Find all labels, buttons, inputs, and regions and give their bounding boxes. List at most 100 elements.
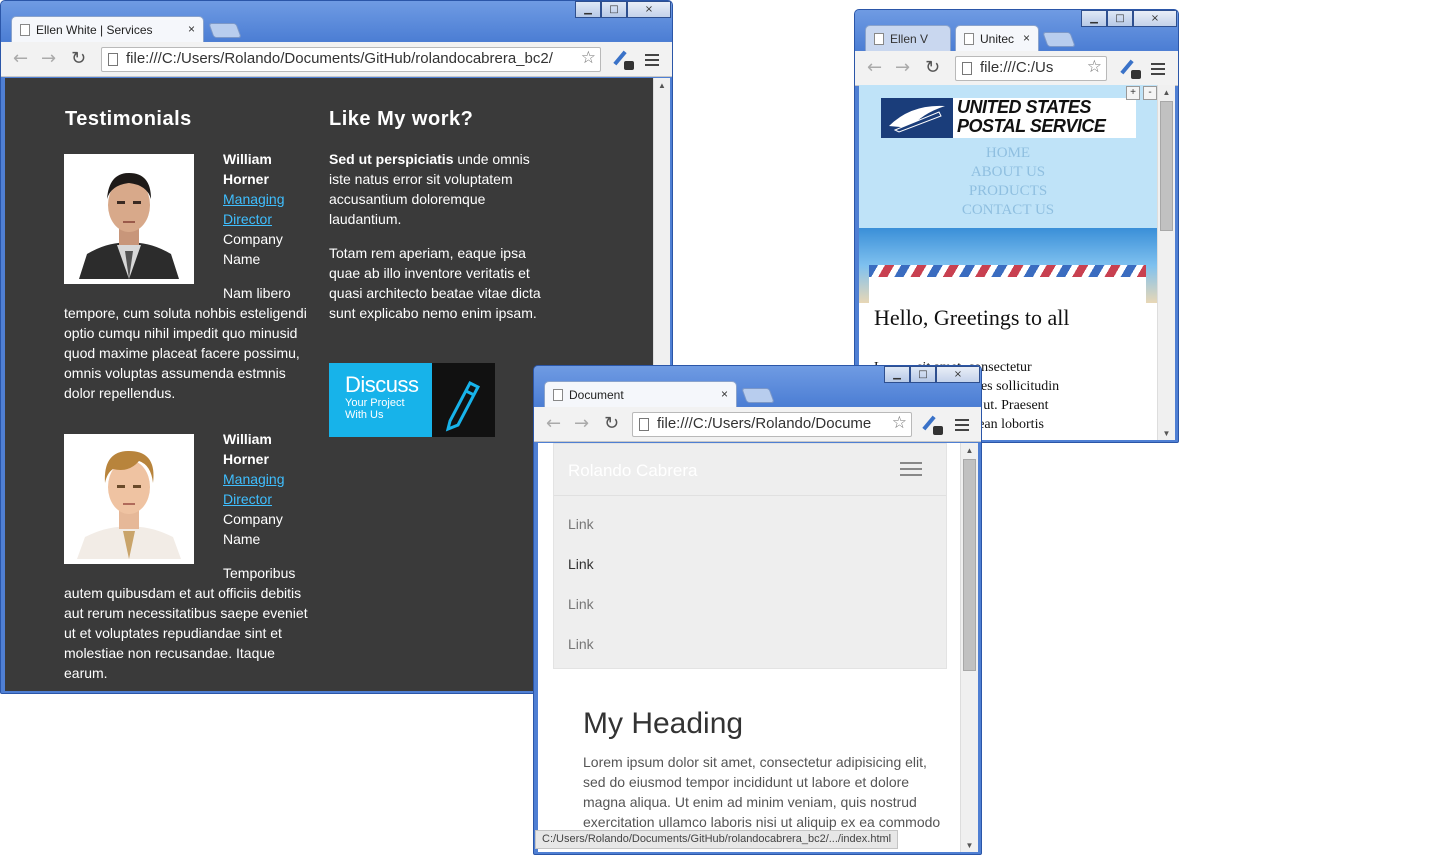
forward-icon[interactable]: → [895, 58, 910, 78]
bookmark-star-icon[interactable]: ☆ [581, 48, 596, 68]
usps-logo[interactable]: UNITED STATES POSTAL SERVICE [881, 98, 1136, 138]
testimonial-quote-start-1: Nam libero [223, 285, 291, 301]
scroll-down-icon[interactable]: ▼ [961, 841, 978, 850]
page-content: Rolando Cabrera Link Link Link Link My H… [538, 443, 960, 852]
minimize-button[interactable]: ▁ [575, 1, 601, 18]
address-text: file:///C:/Users/Rolando/Docume [657, 415, 872, 432]
greeting-heading: Hello, Greetings to all [874, 305, 1070, 330]
eyedropper-extension-icon[interactable] [613, 50, 634, 70]
minimize-button[interactable]: ▁ [1081, 10, 1107, 27]
new-tab-button[interactable] [741, 388, 775, 403]
close-window-button[interactable]: × [627, 1, 671, 18]
address-bar[interactable]: file:///C:/Us ☆ [955, 56, 1107, 81]
toolbar: ← → ↻ file:///C:/Users/Rolando/Docume ☆ [534, 407, 981, 442]
navbar-brand[interactable]: Rolando Cabrera [568, 461, 697, 481]
close-tab-icon[interactable]: × [188, 22, 195, 36]
nav-products[interactable]: PRODUCTS [859, 183, 1157, 200]
testimonial-quote-start-2: Temporibus [223, 565, 296, 581]
testimonial-name-2: William Horner [223, 431, 272, 467]
window-controls: ▁ □ × [575, 1, 671, 18]
tab-ellen-white[interactable]: Ellen White | Services × [11, 16, 204, 42]
nav-link-3[interactable]: Link [568, 596, 594, 612]
testimonial-photo-1 [64, 154, 194, 284]
tab-title: Ellen White | Services [36, 22, 153, 37]
chrome-menu-icon[interactable] [955, 419, 969, 434]
maximize-button[interactable]: □ [910, 366, 936, 383]
nav-about-us[interactable]: ABOUT US [859, 164, 1157, 181]
reload-icon[interactable]: ↻ [604, 414, 619, 434]
zoom-out-button[interactable]: - [1143, 86, 1157, 100]
man-portrait-icon [69, 159, 189, 279]
scroll-down-icon[interactable]: ▼ [1158, 429, 1175, 438]
testimonial-quote-2: autem quibusdam et aut officiis debitis … [64, 585, 308, 681]
scroll-up-icon[interactable]: ▲ [961, 446, 978, 455]
document-icon [964, 32, 974, 45]
back-icon[interactable]: ← [13, 49, 28, 69]
new-tab-button[interactable] [208, 23, 242, 38]
testimonial-company-2: Company Name [223, 511, 283, 547]
tab-title: Ellen V [890, 31, 929, 46]
nav-link-1[interactable]: Link [568, 516, 594, 532]
nav-home[interactable]: HOME [859, 145, 1157, 162]
hamburger-menu-icon[interactable] [900, 462, 922, 480]
back-icon[interactable]: ← [867, 58, 882, 78]
pencil-icon [432, 363, 495, 437]
window-controls: ▁ □ × [884, 366, 980, 383]
close-tab-icon[interactable]: × [721, 387, 728, 401]
maximize-button[interactable]: □ [601, 1, 627, 18]
discuss-project-banner[interactable]: Discuss Your Project With Us [329, 363, 495, 437]
forward-icon[interactable]: → [41, 49, 56, 69]
navbar: Rolando Cabrera Link Link Link Link [553, 443, 947, 669]
eyedropper-extension-icon[interactable] [922, 415, 943, 435]
vertical-scrollbar[interactable]: ▲ ▼ [1157, 85, 1175, 440]
tab-usps[interactable]: Unitec × [955, 25, 1039, 51]
scroll-up-icon[interactable]: ▲ [654, 81, 670, 90]
like-my-work-heading: Like My work? [329, 108, 474, 130]
close-window-button[interactable]: × [936, 366, 980, 383]
testimonial-photo-2 [64, 434, 194, 564]
tab-document[interactable]: Document × [544, 381, 737, 407]
back-icon[interactable]: ← [546, 414, 561, 434]
tab-ellen-white[interactable]: Ellen V [865, 25, 951, 51]
close-window-button[interactable]: × [1133, 10, 1177, 27]
reload-icon[interactable]: ↻ [71, 49, 86, 69]
window-controls: ▁ □ × [1081, 10, 1177, 27]
testimonials-heading: Testimonials [65, 108, 192, 130]
forward-icon[interactable]: → [574, 414, 589, 434]
nav-contact-us[interactable]: CONTACT US [859, 202, 1157, 219]
address-bar[interactable]: file:///C:/Users/Rolando/Documents/GitHu… [101, 47, 601, 72]
bookmark-star-icon[interactable]: ☆ [1087, 57, 1102, 77]
vertical-scrollbar[interactable]: ▲ ▼ [960, 443, 978, 852]
testimonial-role-link-1[interactable]: Managing Director [223, 189, 285, 229]
like-paragraph-1: Sed ut perspiciatis unde omnis iste natu… [329, 151, 530, 227]
testimonial-name-1: William Horner [223, 151, 272, 187]
reload-icon[interactable]: ↻ [925, 58, 940, 78]
like-paragraph-2: Totam rem aperiam, eaque ipsa quae ab il… [329, 245, 541, 321]
nav-link-2[interactable]: Link [568, 556, 594, 572]
navbar-divider [554, 495, 946, 496]
airmail-stripe [869, 265, 1146, 277]
scroll-up-icon[interactable]: ▲ [1158, 88, 1175, 97]
address-bar[interactable]: file:///C:/Users/Rolando/Docume ☆ [632, 412, 912, 437]
close-tab-icon[interactable]: × [1023, 31, 1030, 45]
scrollbar-thumb[interactable] [1160, 101, 1173, 231]
eagle-logo-icon [881, 98, 953, 138]
document-icon [553, 388, 563, 401]
chrome-menu-icon[interactable] [645, 54, 659, 69]
eyedropper-extension-icon[interactable] [1120, 59, 1141, 79]
new-tab-button[interactable] [1042, 32, 1076, 47]
usps-header: UNITED STATES POSTAL SERVICE HOME ABOUT … [859, 85, 1157, 228]
page-heading: My Heading [583, 707, 744, 740]
zoom-in-button[interactable]: + [1126, 86, 1140, 100]
maximize-button[interactable]: □ [1107, 10, 1133, 27]
testimonial-role-link-2[interactable]: Managing Director [223, 469, 285, 509]
minimize-button[interactable]: ▁ [884, 366, 910, 383]
chrome-menu-icon[interactable] [1151, 63, 1165, 78]
logo-text: UNITED STATES POSTAL SERVICE [957, 97, 1106, 136]
tab-title: Document [569, 387, 624, 402]
nav-link-4[interactable]: Link [568, 636, 594, 652]
toolbar: ← → ↻ file:///C:/Users/Rolando/Documents… [1, 42, 672, 77]
scrollbar-thumb[interactable] [963, 459, 976, 671]
man-portrait-icon [69, 439, 189, 559]
bookmark-star-icon[interactable]: ☆ [892, 413, 907, 433]
